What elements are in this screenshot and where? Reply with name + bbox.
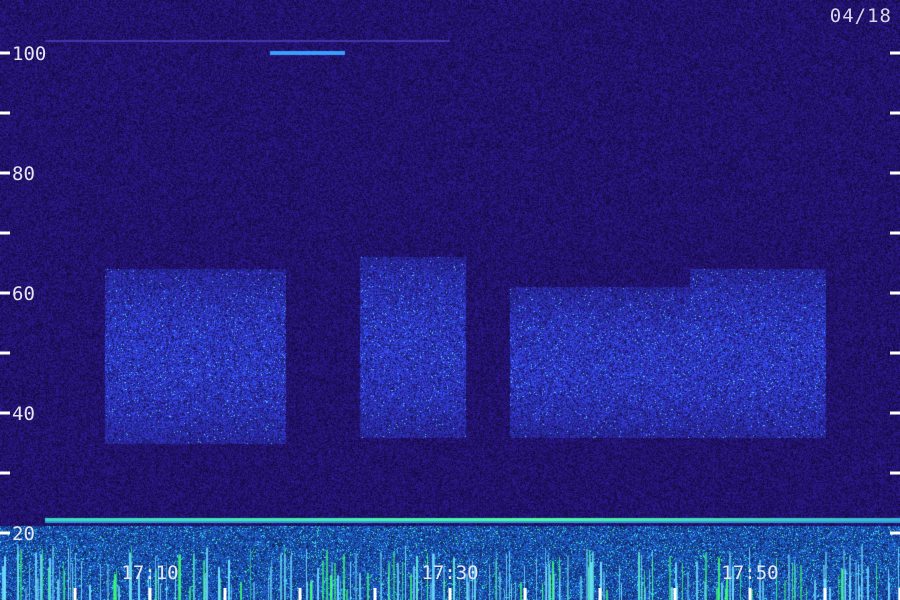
y-tick-label-60: 60 — [12, 283, 35, 305]
x-tick-label-17-50: 17:50 — [721, 562, 778, 584]
x-tick-label-17-30: 17:30 — [421, 562, 478, 584]
x-tick-label-17-10: 17:10 — [121, 562, 178, 584]
y-tick-label-40: 40 — [12, 403, 35, 425]
y-tick-label-100: 100 — [12, 43, 46, 65]
date-label: 04/18 — [829, 5, 892, 27]
chart-axes: 20 40 60 80 100 17:10 17:30 17:50 — [0, 43, 900, 600]
y-tick-label-20: 20 — [12, 523, 35, 545]
spectrogram-view: 20 40 60 80 100 17:10 17:30 17:50 04/18 — [0, 0, 900, 600]
y-tick-label-80: 80 — [12, 163, 35, 185]
